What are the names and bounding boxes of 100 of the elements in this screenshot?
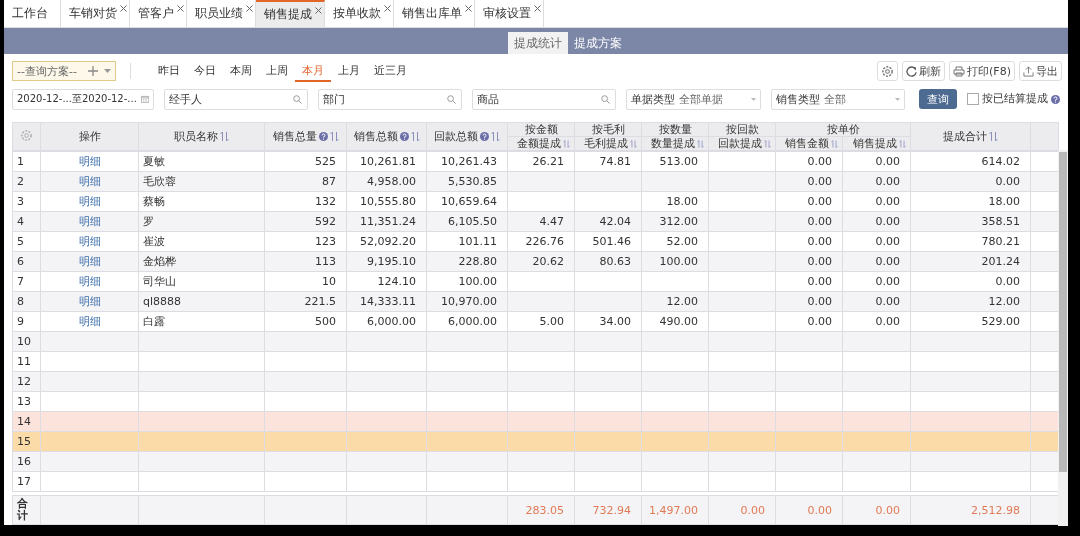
sort-icon[interactable] — [764, 138, 771, 149]
period-button[interactable]: 上周 — [259, 60, 295, 82]
sort-icon[interactable] — [563, 138, 570, 149]
checkbox-label: 按已结算提成 — [982, 92, 1048, 106]
sort-icon[interactable] — [410, 131, 420, 142]
period-button[interactable]: 昨日 — [151, 60, 187, 82]
caret-icon — [895, 97, 900, 101]
table-cell: 226.76 — [525, 235, 564, 248]
table-cell: 9,195.10 — [367, 255, 416, 268]
sort-icon[interactable] — [329, 131, 339, 142]
row-number: 5 — [17, 235, 24, 248]
table-row[interactable]: 1 明细 夏敏 525 10,261.81 10,261.43 26.21 74.81 513.00 0.00 0.00 614.02 — [12, 151, 1058, 172]
row-number: 12 — [17, 375, 31, 388]
table-cell: 0.00 — [875, 255, 900, 268]
close-icon[interactable] — [465, 5, 472, 12]
table-row[interactable]: 13 — [12, 391, 1058, 412]
sort-icon[interactable] — [697, 138, 704, 149]
close-icon[interactable] — [120, 5, 127, 12]
column-header[interactable]: 职员名称 — [174, 130, 218, 143]
sub-tab[interactable]: 提成方案 — [568, 32, 628, 54]
settings-icon[interactable] — [20, 128, 33, 142]
tab[interactable]: 工作台 — [4, 0, 61, 27]
table-row[interactable]: 15 — [12, 431, 1058, 452]
period-button[interactable]: 上月 — [331, 60, 367, 82]
row-number: 14 — [17, 415, 31, 428]
sub-tab[interactable]: 提成统计 — [508, 32, 568, 54]
tab[interactable]: 车销对货 — [61, 0, 130, 27]
detail-link[interactable]: 明细 — [78, 195, 101, 208]
scrollbar[interactable] — [1058, 150, 1068, 526]
sort-icon[interactable] — [989, 131, 998, 142]
table-cell: 614.02 — [981, 155, 1020, 168]
period-button[interactable]: 近三月 — [367, 60, 414, 82]
tab[interactable]: 销售出库单 — [394, 0, 475, 27]
table-cell: 100.00 — [659, 255, 698, 268]
query-button[interactable]: 查询 — [919, 89, 957, 109]
table-row[interactable]: 3 明细 蔡畅 132 10,555.80 10,659.64 18.00 0.00 0.00 18.00 — [12, 191, 1058, 212]
table-row[interactable]: 17 — [12, 471, 1058, 492]
detail-link[interactable]: 明细 — [78, 175, 101, 188]
close-icon[interactable] — [246, 5, 253, 12]
table-row[interactable]: 12 — [12, 371, 1058, 392]
sort-icon[interactable] — [831, 138, 838, 149]
query-scheme-dropdown[interactable]: --查询方案-- — [12, 61, 116, 81]
table-row[interactable]: 2 明细 毛欣蓉 87 4,958.00 5,530.85 0.00 0.00 0.00 — [12, 171, 1058, 192]
table-row[interactable]: 7 明细 司华山 10 124.10 100.00 0.00 0.00 0.00 — [12, 271, 1058, 292]
total-cell: 0.00 — [875, 503, 900, 517]
table-row[interactable]: 4 明细 罗 592 11,351.24 6,105.50 4.47 42.04 312.00 0.00 0.00 358.51 — [12, 211, 1058, 232]
column-header[interactable]: 操作 — [78, 130, 101, 143]
table-row[interactable]: 6 明细 金焰桦 113 9,195.10 228.80 20.62 80.63 100.00 0.00 0.00 201.24 — [12, 251, 1058, 272]
select-field[interactable]: 销售类型 全部 — [770, 88, 905, 110]
close-icon[interactable] — [177, 5, 184, 12]
search-field[interactable]: 商品 — [472, 88, 616, 110]
table-row[interactable]: 11 — [12, 351, 1058, 372]
tab[interactable]: 管客户 — [130, 0, 187, 27]
total-cell: 0.00 — [807, 503, 832, 517]
table-row[interactable]: 8 明细 ql8888 221.5 14,333.11 10,970.00 12.00 0.00 0.00 12.00 — [12, 291, 1058, 312]
search-icon — [293, 94, 302, 104]
search-field[interactable]: 经手人 — [164, 88, 308, 110]
period-button[interactable]: 本月 — [295, 60, 331, 82]
plus-icon[interactable] — [88, 66, 98, 76]
sort-icon[interactable] — [899, 138, 906, 149]
table-cell: 513.00 — [659, 155, 698, 168]
sort-icon[interactable] — [491, 131, 500, 142]
column-header[interactable]: 提成合计 — [943, 130, 987, 143]
detail-link[interactable]: 明细 — [78, 255, 101, 268]
select-label: 销售类型 — [775, 91, 820, 107]
period-button[interactable]: 本周 — [223, 60, 259, 82]
table-row[interactable]: 16 — [12, 451, 1058, 472]
print-button[interactable]: 打印(F8) — [949, 61, 1015, 81]
table-cell: 113 — [315, 255, 336, 268]
sort-icon[interactable] — [220, 131, 229, 142]
sort-icon[interactable] — [630, 138, 637, 149]
table-cell: 201.24 — [981, 255, 1020, 268]
detail-link[interactable]: 明细 — [78, 295, 101, 308]
total-cell: 732.94 — [592, 503, 631, 517]
search-field[interactable]: 部门 — [318, 88, 462, 110]
export-button[interactable]: 导出 — [1019, 61, 1062, 81]
table-row[interactable]: 5 明细 崔波 123 52,092.20 101.11 226.76 501.46 52.00 0.00 0.00 780.21 — [12, 231, 1058, 252]
select-field[interactable]: 单据类型 全部单据 — [626, 88, 761, 110]
detail-link[interactable]: 明细 — [78, 315, 101, 328]
table-row[interactable]: 14 — [12, 411, 1058, 432]
tab[interactable]: 销售提成 — [256, 0, 325, 27]
close-icon[interactable] — [534, 5, 541, 12]
detail-link[interactable]: 明细 — [78, 155, 101, 168]
table-cell: 18.00 — [988, 195, 1020, 208]
table-row[interactable]: 9 明细 白露 500 6,000.00 6,000.00 5.00 34.00 490.00 0.00 0.00 529.00 — [12, 311, 1058, 332]
table-cell: 0.00 — [807, 255, 832, 268]
tab[interactable]: 审核设置 — [475, 0, 544, 27]
refresh-button[interactable]: 刷新 — [902, 61, 946, 81]
close-icon[interactable] — [315, 7, 322, 14]
date-range-field[interactable]: 2020-12-...至2020-12-... — [12, 88, 154, 110]
period-button[interactable]: 今日 — [187, 60, 223, 82]
calendar-icon — [140, 94, 149, 104]
detail-link[interactable]: 明细 — [78, 275, 101, 288]
close-icon[interactable] — [384, 5, 391, 12]
tab[interactable]: 按单收款 — [325, 0, 394, 27]
checkbox[interactable] — [967, 93, 979, 105]
table-row[interactable]: 10 — [12, 331, 1058, 352]
detail-link[interactable]: 明细 — [78, 215, 101, 228]
detail-link[interactable]: 明细 — [78, 235, 101, 248]
settings-button[interactable] — [877, 61, 899, 81]
